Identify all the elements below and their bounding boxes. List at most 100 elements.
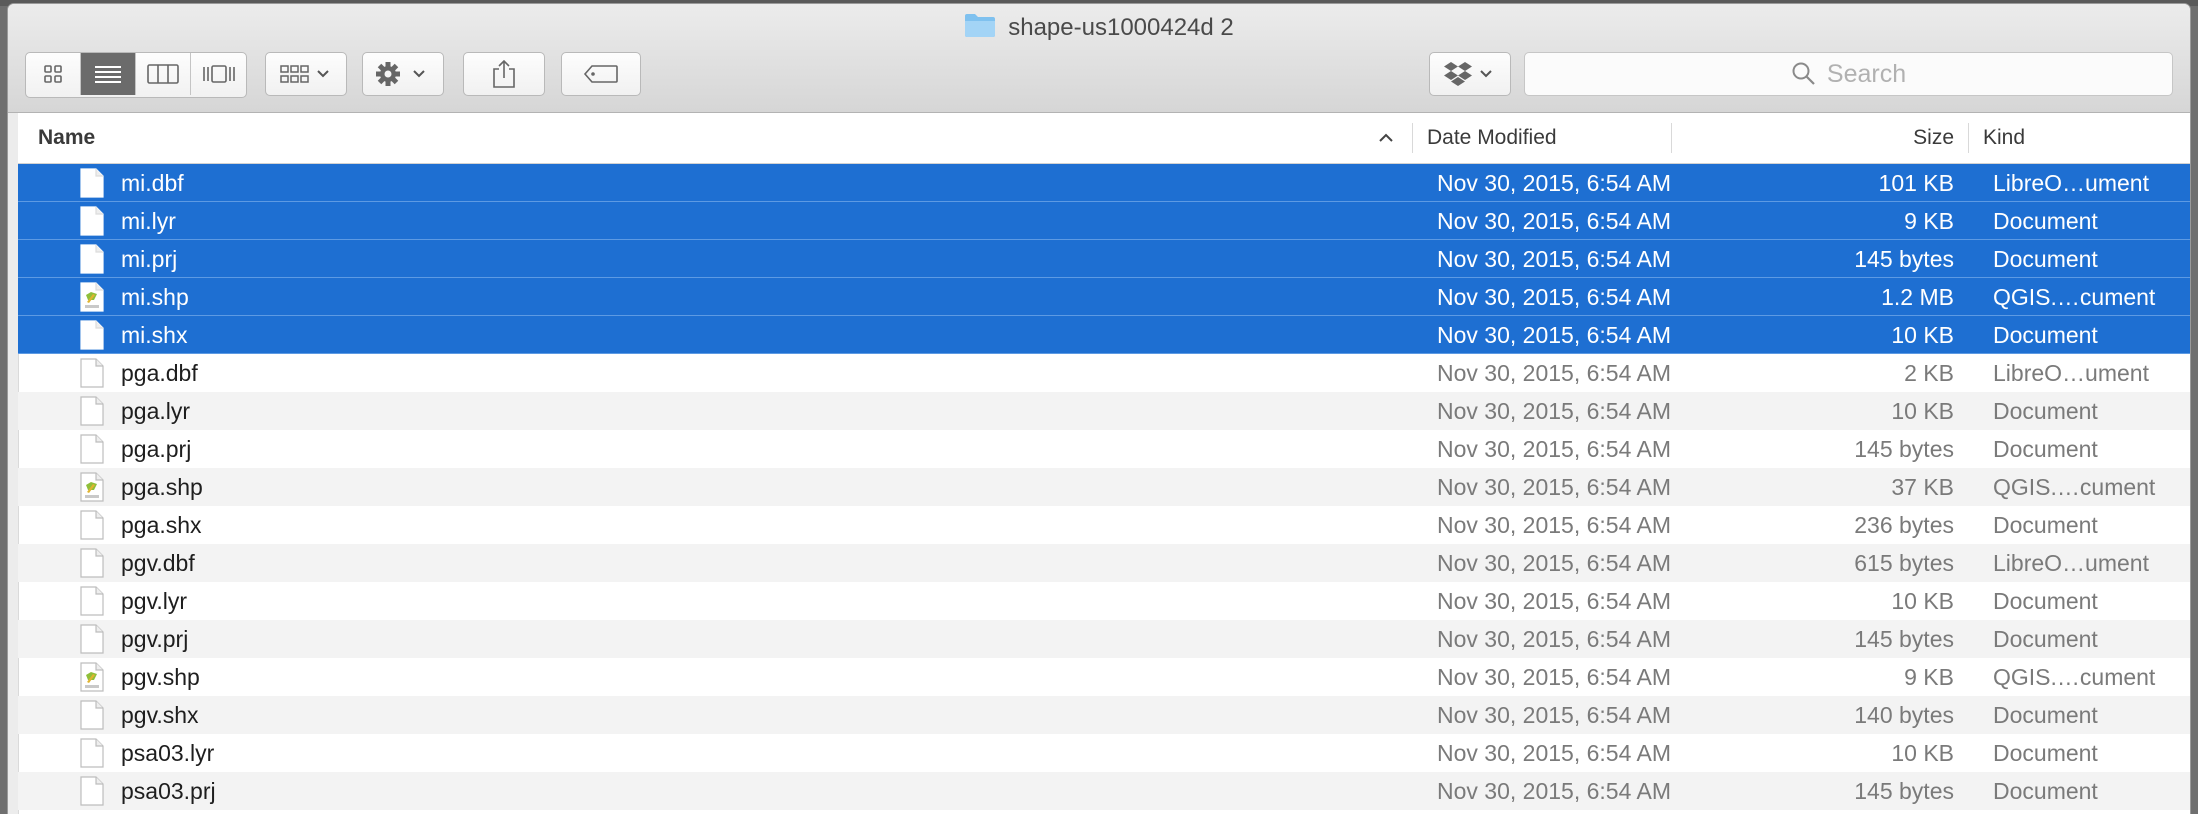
file-date-modified: Nov 30, 2015, 6:54 AM	[1437, 322, 1671, 348]
file-row[interactable]: mi.lyr Nov 30, 2015, 6:54 AM 9 KB Document	[18, 202, 2190, 240]
file-row[interactable]: psa03.prj Nov 30, 2015, 6:54 AM 145 bytes D…	[18, 772, 2190, 810]
file-kind: QGIS.…cument	[1993, 664, 2156, 690]
file-date-modified: Nov 30, 2015, 6:54 AM	[1437, 550, 1671, 576]
file-kind: Document	[1993, 512, 2098, 538]
file-kind: Document	[1993, 398, 2098, 424]
file-kind: Document	[1993, 702, 2098, 728]
window-title-text: shape-us1000424d 2	[1008, 14, 1234, 41]
document-icon	[80, 434, 104, 464]
file-row[interactable]: mi.dbf Nov 30, 2015, 6:54 AM 101 KB LibreO……	[18, 164, 2190, 202]
file-kind: Document	[1993, 626, 2098, 652]
sort-ascending-icon[interactable]	[1378, 131, 1394, 145]
file-date-modified: Nov 30, 2015, 6:54 AM	[1437, 626, 1671, 652]
file-date-modified: Nov 30, 2015, 6:54 AM	[1437, 702, 1671, 728]
file-row[interactable]: pgv.shp Nov 30, 2015, 6:54 AM 9 KB QGIS.…cu…	[18, 658, 2190, 696]
view-switcher	[25, 52, 247, 98]
action-menu-button[interactable]	[362, 52, 444, 96]
file-row[interactable]: pgv.prj Nov 30, 2015, 6:54 AM 145 bytes Doc…	[18, 620, 2190, 658]
file-kind: LibreO…ument	[1993, 550, 2149, 576]
document-icon	[80, 244, 104, 274]
size-column-label: Size	[1913, 126, 1954, 149]
file-size: 140 bytes	[1854, 702, 1954, 728]
column-view-icon	[147, 64, 179, 84]
file-name: pga.prj	[121, 436, 192, 462]
file-date-modified: Nov 30, 2015, 6:54 AM	[1437, 740, 1671, 766]
file-name: pga.dbf	[121, 360, 198, 386]
document-icon	[80, 548, 104, 578]
file-size: 145 bytes	[1854, 778, 1954, 804]
column-separator[interactable]	[1671, 123, 1672, 153]
file-row[interactable]: pgv.lyr Nov 30, 2015, 6:54 AM 10 KB Documen…	[18, 582, 2190, 620]
file-date-modified: Nov 30, 2015, 6:54 AM	[1437, 664, 1671, 690]
name-column-header[interactable]: Name	[38, 113, 1398, 163]
list-view-icon	[95, 66, 121, 83]
file-name: pgv.shx	[121, 702, 199, 728]
file-row[interactable]: mi.shp Nov 30, 2015, 6:54 AM 1.2 MB QGIS.…c…	[18, 278, 2190, 316]
file-row[interactable]: pga.lyr Nov 30, 2015, 6:54 AM 10 KB Documen…	[18, 392, 2190, 430]
file-row[interactable]: mi.shx Nov 30, 2015, 6:54 AM 10 KB Document	[18, 316, 2190, 354]
file-size: 37 KB	[1891, 474, 1954, 500]
file-name: mi.shx	[121, 322, 188, 348]
file-date-modified: Nov 30, 2015, 6:54 AM	[1437, 208, 1671, 234]
file-kind: LibreO…ument	[1993, 170, 2149, 196]
file-date-modified: Nov 30, 2015, 6:54 AM	[1437, 284, 1671, 310]
file-name: pgv.prj	[121, 626, 189, 652]
dropbox-icon	[1444, 62, 1492, 86]
gear-icon	[376, 62, 425, 86]
qgis-document-icon	[80, 282, 104, 312]
file-kind: LibreO…ument	[1993, 360, 2149, 386]
arrange-grid-icon	[280, 65, 329, 83]
share-button[interactable]	[463, 52, 545, 96]
file-date-modified: Nov 30, 2015, 6:54 AM	[1437, 360, 1671, 386]
cover-flow-icon	[202, 65, 235, 83]
icon-view-button[interactable]	[26, 53, 81, 95]
file-row[interactable]: pga.shp Nov 30, 2015, 6:54 AM 37 KB QGIS.…c…	[18, 468, 2190, 506]
file-name: pga.shp	[121, 474, 203, 500]
file-date-modified: Nov 30, 2015, 6:54 AM	[1437, 170, 1671, 196]
cover-flow-view-button[interactable]	[191, 53, 246, 95]
document-icon	[80, 738, 104, 768]
kind-column-header[interactable]: Kind	[1983, 113, 2183, 163]
name-column-label: Name	[38, 126, 96, 149]
file-size: 10 KB	[1891, 740, 1954, 766]
file-row[interactable]: pgv.dbf Nov 30, 2015, 6:54 AM 615 bytes Lib…	[18, 544, 2190, 582]
file-name: pgv.shp	[121, 664, 200, 690]
file-size: 2 KB	[1904, 360, 1954, 386]
file-row[interactable]: mi.prj Nov 30, 2015, 6:54 AM 145 bytes Docu…	[18, 240, 2190, 278]
file-kind: Document	[1993, 208, 2098, 234]
file-kind: QGIS.…cument	[1993, 284, 2156, 310]
search-field[interactable]: Search	[1524, 52, 2173, 96]
file-row[interactable]: pga.shx Nov 30, 2015, 6:54 AM 236 bytes Doc…	[18, 506, 2190, 544]
file-size: 145 bytes	[1854, 246, 1954, 272]
file-row[interactable]: pga.dbf Nov 30, 2015, 6:54 AM 2 KB LibreO…u…	[18, 354, 2190, 392]
folder-icon	[964, 12, 996, 45]
file-name: mi.prj	[121, 246, 178, 272]
list-view-button[interactable]	[81, 53, 136, 95]
column-separator[interactable]	[1968, 123, 1969, 153]
file-kind: Document	[1993, 322, 2098, 348]
file-row[interactable]: pgv.shx Nov 30, 2015, 6:54 AM 140 bytes Doc…	[18, 696, 2190, 734]
tag-button[interactable]	[561, 52, 641, 96]
file-size: 236 bytes	[1854, 512, 1954, 538]
size-column-header[interactable]: Size	[1678, 113, 1954, 163]
column-view-button[interactable]	[136, 53, 191, 95]
file-size: 101 KB	[1878, 170, 1954, 196]
arrange-button[interactable]	[265, 52, 347, 96]
search-placeholder: Search	[1826, 59, 1907, 88]
date-column-header[interactable]: Date Modified	[1427, 113, 1677, 163]
share-icon	[493, 59, 515, 88]
kind-column-label: Kind	[1983, 126, 2026, 149]
file-date-modified: Nov 30, 2015, 6:54 AM	[1437, 778, 1671, 804]
file-row[interactable]: pga.prj Nov 30, 2015, 6:54 AM 145 bytes Doc…	[18, 430, 2190, 468]
file-size: 9 KB	[1904, 664, 1954, 690]
document-icon	[80, 168, 104, 198]
file-name: psa03.lyr	[121, 740, 215, 766]
column-separator[interactable]	[1412, 123, 1413, 153]
dropbox-button[interactable]	[1429, 52, 1511, 96]
document-icon	[80, 700, 104, 730]
file-row[interactable]: psa03.lyr Nov 30, 2015, 6:54 AM 10 KB Docum…	[18, 734, 2190, 772]
qgis-document-icon	[80, 662, 104, 692]
file-size: 10 KB	[1891, 588, 1954, 614]
file-size: 145 bytes	[1854, 436, 1954, 462]
file-list: mi.dbf Nov 30, 2015, 6:54 AM 101 KB LibreO……	[18, 164, 2190, 810]
